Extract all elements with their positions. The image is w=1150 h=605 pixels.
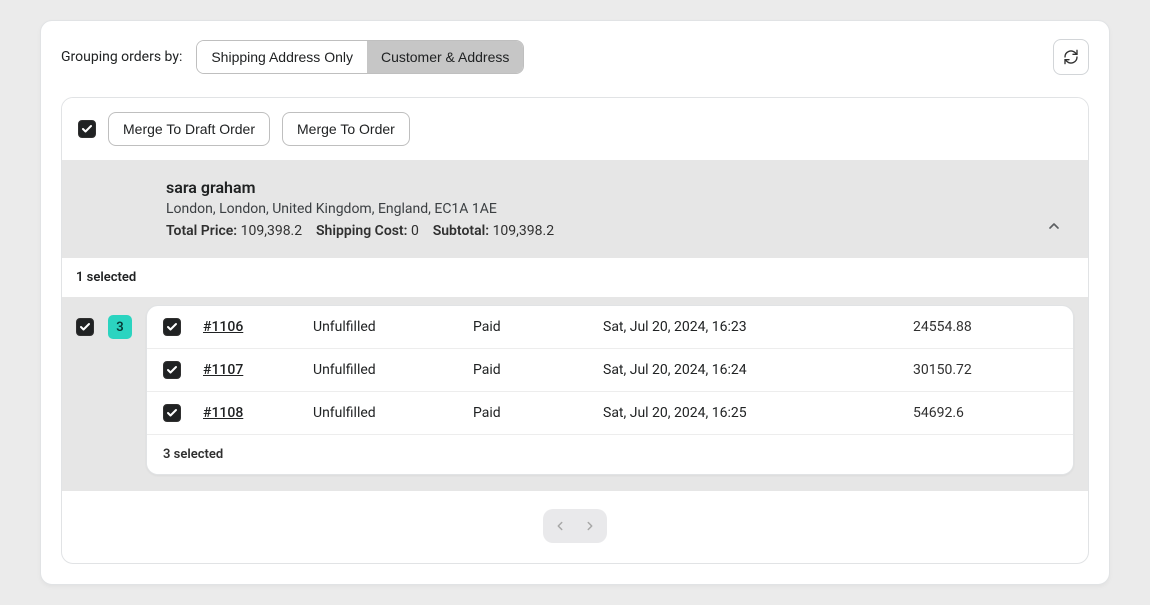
segmented-control: Shipping Address Only Customer & Address <box>196 40 524 74</box>
grouping-label: Grouping orders by: <box>61 49 182 65</box>
group-totals: Total Price: 109,398.2 Shipping Cost: 0 … <box>166 223 554 239</box>
order-date: Sat, Jul 20, 2024, 16:25 <box>603 405 913 421</box>
order-payment: Paid <box>473 405 603 421</box>
order-fulfillment: Unfulfilled <box>313 405 473 421</box>
total-price-value: 109,398.2 <box>241 223 303 239</box>
merge-to-draft-button[interactable]: Merge To Draft Order <box>108 112 270 146</box>
order-amount: 24554.88 <box>913 319 1057 335</box>
next-page-button[interactable] <box>575 511 605 541</box>
refresh-icon <box>1063 49 1079 65</box>
group-checkbox[interactable] <box>76 318 94 336</box>
collapse-button[interactable] <box>1040 212 1068 240</box>
checkmark-icon <box>166 321 178 333</box>
total-price-label: Total Price: <box>166 223 237 239</box>
chevron-up-icon <box>1046 218 1062 234</box>
customer-name: sara graham <box>166 178 554 197</box>
order-payment: Paid <box>473 362 603 378</box>
order-count-badge: 3 <box>108 315 132 339</box>
group-row: 3 #1106 Unfulfilled Paid Sat, Jul 20, 20… <box>62 297 1088 475</box>
order-checkbox[interactable] <box>163 404 181 422</box>
order-id-link[interactable]: #1108 <box>203 405 313 421</box>
data-zone: 3 #1106 Unfulfilled Paid Sat, Jul 20, 20… <box>62 297 1088 491</box>
order-fulfillment: Unfulfilled <box>313 319 473 335</box>
order-amount: 30150.72 <box>913 362 1057 378</box>
group-row-controls: 3 <box>76 305 132 339</box>
inner-panel: Merge To Draft Order Merge To Order sara… <box>61 97 1089 564</box>
order-date: Sat, Jul 20, 2024, 16:24 <box>603 362 913 378</box>
seg-option-customer-address[interactable]: Customer & Address <box>367 41 523 73</box>
shipping-cost-label: Shipping Cost: <box>316 223 407 239</box>
main-card: Grouping orders by: Shipping Address Onl… <box>40 20 1110 585</box>
checkmark-icon <box>81 123 93 135</box>
order-row: #1106 Unfulfilled Paid Sat, Jul 20, 2024… <box>147 306 1073 349</box>
group-header: sara graham London, London, United Kingd… <box>62 160 1088 258</box>
grouping-controls: Grouping orders by: Shipping Address Onl… <box>61 40 524 74</box>
order-id-link[interactable]: #1107 <box>203 362 313 378</box>
subtotal-label: Subtotal: <box>433 223 489 239</box>
customer-address: London, London, United Kingdom, England,… <box>166 201 554 217</box>
order-row: #1107 Unfulfilled Paid Sat, Jul 20, 2024… <box>147 349 1073 392</box>
shipping-cost-value: 0 <box>411 223 419 239</box>
checkmark-icon <box>166 364 178 376</box>
action-bar: Merge To Draft Order Merge To Order <box>62 98 1088 160</box>
order-checkbox[interactable] <box>163 361 181 379</box>
select-all-checkbox[interactable] <box>78 120 96 138</box>
order-fulfillment: Unfulfilled <box>313 362 473 378</box>
checkmark-icon <box>79 321 91 333</box>
merge-to-order-button[interactable]: Merge To Order <box>282 112 410 146</box>
subtotal-value: 109,398.2 <box>493 223 555 239</box>
pagination <box>62 491 1088 563</box>
chevron-right-icon <box>583 519 597 533</box>
order-id-link[interactable]: #1106 <box>203 319 313 335</box>
order-payment: Paid <box>473 319 603 335</box>
pagination-wrap <box>543 509 607 543</box>
checkmark-icon <box>166 407 178 419</box>
order-amount: 54692.6 <box>913 405 1057 421</box>
orders-card: #1106 Unfulfilled Paid Sat, Jul 20, 2024… <box>146 305 1074 475</box>
header-row: Grouping orders by: Shipping Address Onl… <box>41 21 1109 97</box>
refresh-button[interactable] <box>1053 39 1089 75</box>
seg-option-shipping[interactable]: Shipping Address Only <box>197 41 367 73</box>
order-date: Sat, Jul 20, 2024, 16:23 <box>603 319 913 335</box>
order-row: #1108 Unfulfilled Paid Sat, Jul 20, 2024… <box>147 392 1073 435</box>
chevron-left-icon <box>553 519 567 533</box>
order-checkbox[interactable] <box>163 318 181 336</box>
inner-selected-count: 3 selected <box>147 435 1073 474</box>
prev-page-button[interactable] <box>545 511 575 541</box>
outer-selected-count: 1 selected <box>62 258 1088 297</box>
group-header-content: sara graham London, London, United Kingd… <box>82 178 554 239</box>
